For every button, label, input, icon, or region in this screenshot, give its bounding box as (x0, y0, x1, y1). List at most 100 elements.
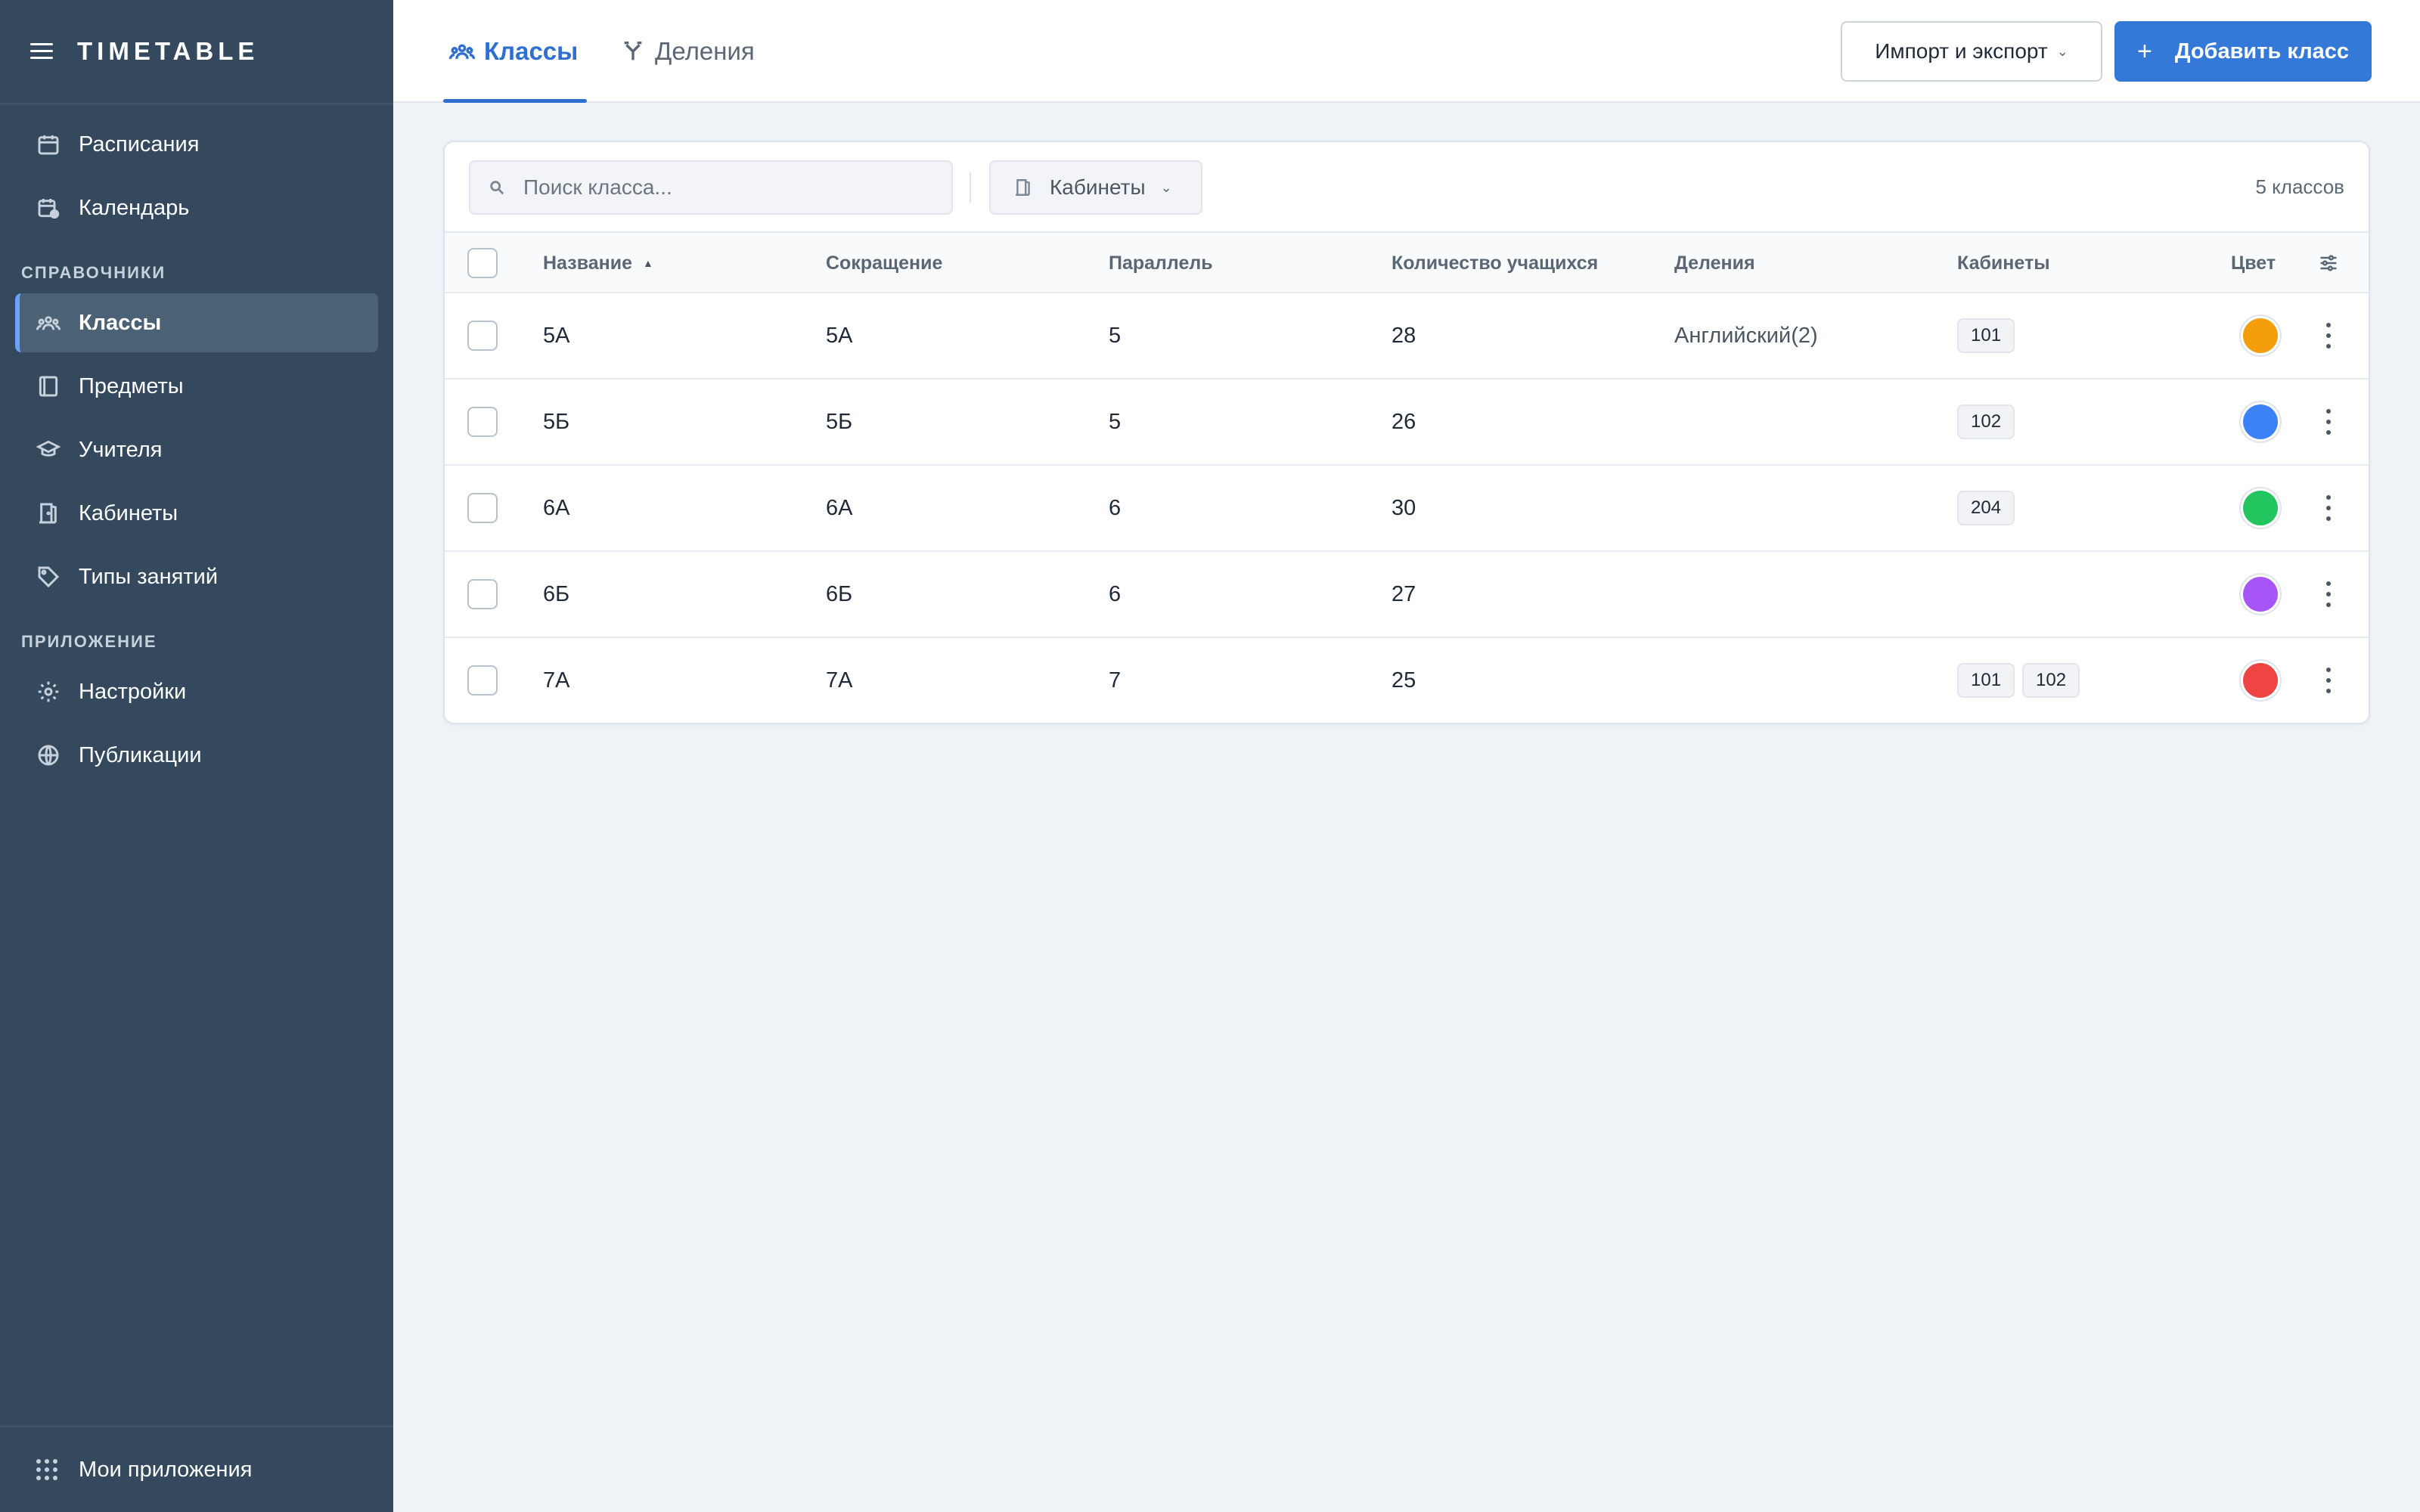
cell-name: 5Б (543, 409, 570, 434)
sidebar-item-rooms[interactable]: Кабинеты (15, 484, 378, 543)
sidebar-item-schedules[interactable]: Расписания (15, 115, 378, 174)
column-header-abbreviation[interactable]: Сокращение (826, 233, 942, 293)
row-checkbox[interactable] (467, 493, 498, 523)
tab-divisions[interactable]: Деления (620, 0, 755, 103)
sort-ascending-icon: ▲ (643, 257, 653, 269)
color-swatch[interactable] (2243, 663, 2278, 698)
cell-name: 7А (543, 668, 570, 692)
search-input[interactable] (523, 175, 932, 200)
column-settings-button[interactable] (2311, 233, 2346, 293)
toolbar-divider (970, 172, 971, 203)
tab-classes[interactable]: Классы (442, 0, 588, 103)
cell-abbreviation: 7А (826, 668, 853, 692)
more-vertical-icon[interactable] (2325, 668, 2332, 693)
column-header-students[interactable]: Количество учащихся (1392, 233, 1598, 293)
sidebar-section-app: ПРИЛОЖЕНИЕ (21, 632, 157, 651)
sliders-icon (2320, 255, 2337, 271)
cell-parallel: 7 (1109, 668, 1122, 692)
calendar-clock-icon (36, 196, 60, 220)
table-row[interactable]: 5Б 5Б 5 26 102 (445, 380, 2369, 466)
sidebar-item-publications[interactable]: Публикации (15, 726, 378, 785)
room-chip: 102 (1957, 404, 2015, 439)
apps-grid-icon (36, 1459, 57, 1480)
cell-students: 26 (1392, 409, 1416, 434)
sidebar-item-label: Календарь (79, 195, 190, 220)
classes-card: Кабинеты ⌄ 5 классов Название ▲ Сокращен… (443, 141, 2370, 724)
split-icon (624, 41, 642, 60)
more-vertical-icon[interactable] (2325, 409, 2332, 435)
column-header-color[interactable]: Цвет (2231, 233, 2276, 293)
room-chip: 101 (1957, 663, 2015, 698)
room-chip: 101 (1957, 318, 2015, 353)
cell-color (2231, 466, 2278, 550)
color-swatch[interactable] (2243, 318, 2278, 353)
import-export-button[interactable]: Импорт и экспорт ⌄ (1841, 21, 2102, 82)
cell-name: 5А (543, 323, 570, 348)
room-chip: 102 (2022, 663, 2080, 698)
table-row[interactable]: 6А 6А 6 30 204 (445, 466, 2369, 552)
cell-rooms: 101 102 (1957, 638, 2087, 723)
chevron-down-icon: ⌄ (2056, 43, 2068, 59)
sidebar-item-calendar[interactable]: Календарь (15, 178, 378, 237)
sidebar-header: TIMETABLE (0, 0, 393, 104)
cell-students: 30 (1392, 495, 1416, 520)
column-header-parallel[interactable]: Параллель (1109, 233, 1213, 293)
column-header-name[interactable]: Название ▲ (543, 233, 653, 293)
row-checkbox[interactable] (467, 579, 498, 609)
rooms-filter-button[interactable]: Кабинеты ⌄ (989, 160, 1202, 215)
cell-rooms: 101 (1957, 293, 2022, 378)
table-row[interactable]: 7А 7А 7 25 101 102 (445, 638, 2369, 723)
my-apps-label: Мои приложения (79, 1457, 253, 1482)
add-class-button[interactable]: + Добавить класс (2114, 21, 2372, 82)
door-icon (1016, 179, 1030, 196)
sidebar-section-reference: СПРАВОЧНИКИ (21, 263, 166, 282)
search-icon (490, 181, 504, 195)
cell-parallel: 6 (1109, 495, 1122, 520)
chevron-down-icon: ⌄ (1160, 179, 1172, 195)
column-header-divisions[interactable]: Деления (1674, 233, 1755, 293)
menu-icon[interactable] (30, 43, 53, 60)
tab-label: Классы (484, 37, 579, 65)
more-vertical-icon[interactable] (2325, 581, 2332, 607)
select-all-checkbox[interactable] (467, 248, 498, 278)
my-apps-button[interactable]: Мои приложения (0, 1426, 393, 1512)
table-body: 5А 5А 5 28 Английский(2) 101 5Б 5Б 5 26 … (445, 293, 2369, 723)
sidebar-item-lesson-types[interactable]: Типы занятий (15, 547, 378, 606)
sidebar-nav: Расписания Календарь СПРАВОЧНИКИ Классы … (0, 104, 393, 785)
sidebar-item-teachers[interactable]: Учителя (15, 420, 378, 479)
cell-students: 28 (1392, 323, 1416, 348)
row-actions (2311, 466, 2346, 550)
globe-icon (36, 743, 60, 767)
more-vertical-icon[interactable] (2325, 323, 2332, 349)
cell-parallel: 5 (1109, 409, 1122, 434)
top-bar: Классы Деления Импорт и экспорт ⌄ + Доба… (393, 0, 2420, 103)
sidebar-item-label: Настройки (79, 679, 187, 704)
cell-rooms: 204 (1957, 466, 2022, 550)
row-checkbox[interactable] (467, 321, 498, 351)
more-vertical-icon[interactable] (2325, 495, 2332, 521)
row-checkbox[interactable] (467, 665, 498, 696)
add-class-label: Добавить класс (2174, 39, 2350, 64)
gear-icon (36, 680, 60, 704)
sidebar-item-subjects[interactable]: Предметы (15, 357, 378, 416)
column-header-rooms[interactable]: Кабинеты (1957, 233, 2050, 293)
table-row[interactable]: 5А 5А 5 28 Английский(2) 101 (445, 293, 2369, 380)
table-row[interactable]: 6Б 6Б 6 27 (445, 552, 2369, 638)
cell-abbreviation: 6А (826, 495, 853, 520)
row-actions (2311, 293, 2346, 378)
cell-color (2231, 552, 2278, 637)
cell-parallel: 6 (1109, 581, 1122, 606)
plus-icon: + (2136, 36, 2152, 66)
search-box[interactable] (469, 160, 953, 215)
sidebar-item-settings[interactable]: Настройки (15, 662, 378, 721)
sidebar-item-classes[interactable]: Классы (15, 293, 378, 352)
cell-rooms: 102 (1957, 380, 2022, 464)
sidebar: TIMETABLE Расписания Календарь СПРАВОЧНИ… (0, 0, 393, 1512)
color-swatch[interactable] (2243, 491, 2278, 525)
cell-students: 27 (1392, 581, 1416, 606)
sidebar-item-label: Предметы (79, 373, 184, 398)
color-swatch[interactable] (2243, 577, 2278, 612)
row-checkbox[interactable] (467, 407, 498, 437)
color-swatch[interactable] (2243, 404, 2278, 439)
classes-count: 5 классов (2255, 175, 2344, 198)
